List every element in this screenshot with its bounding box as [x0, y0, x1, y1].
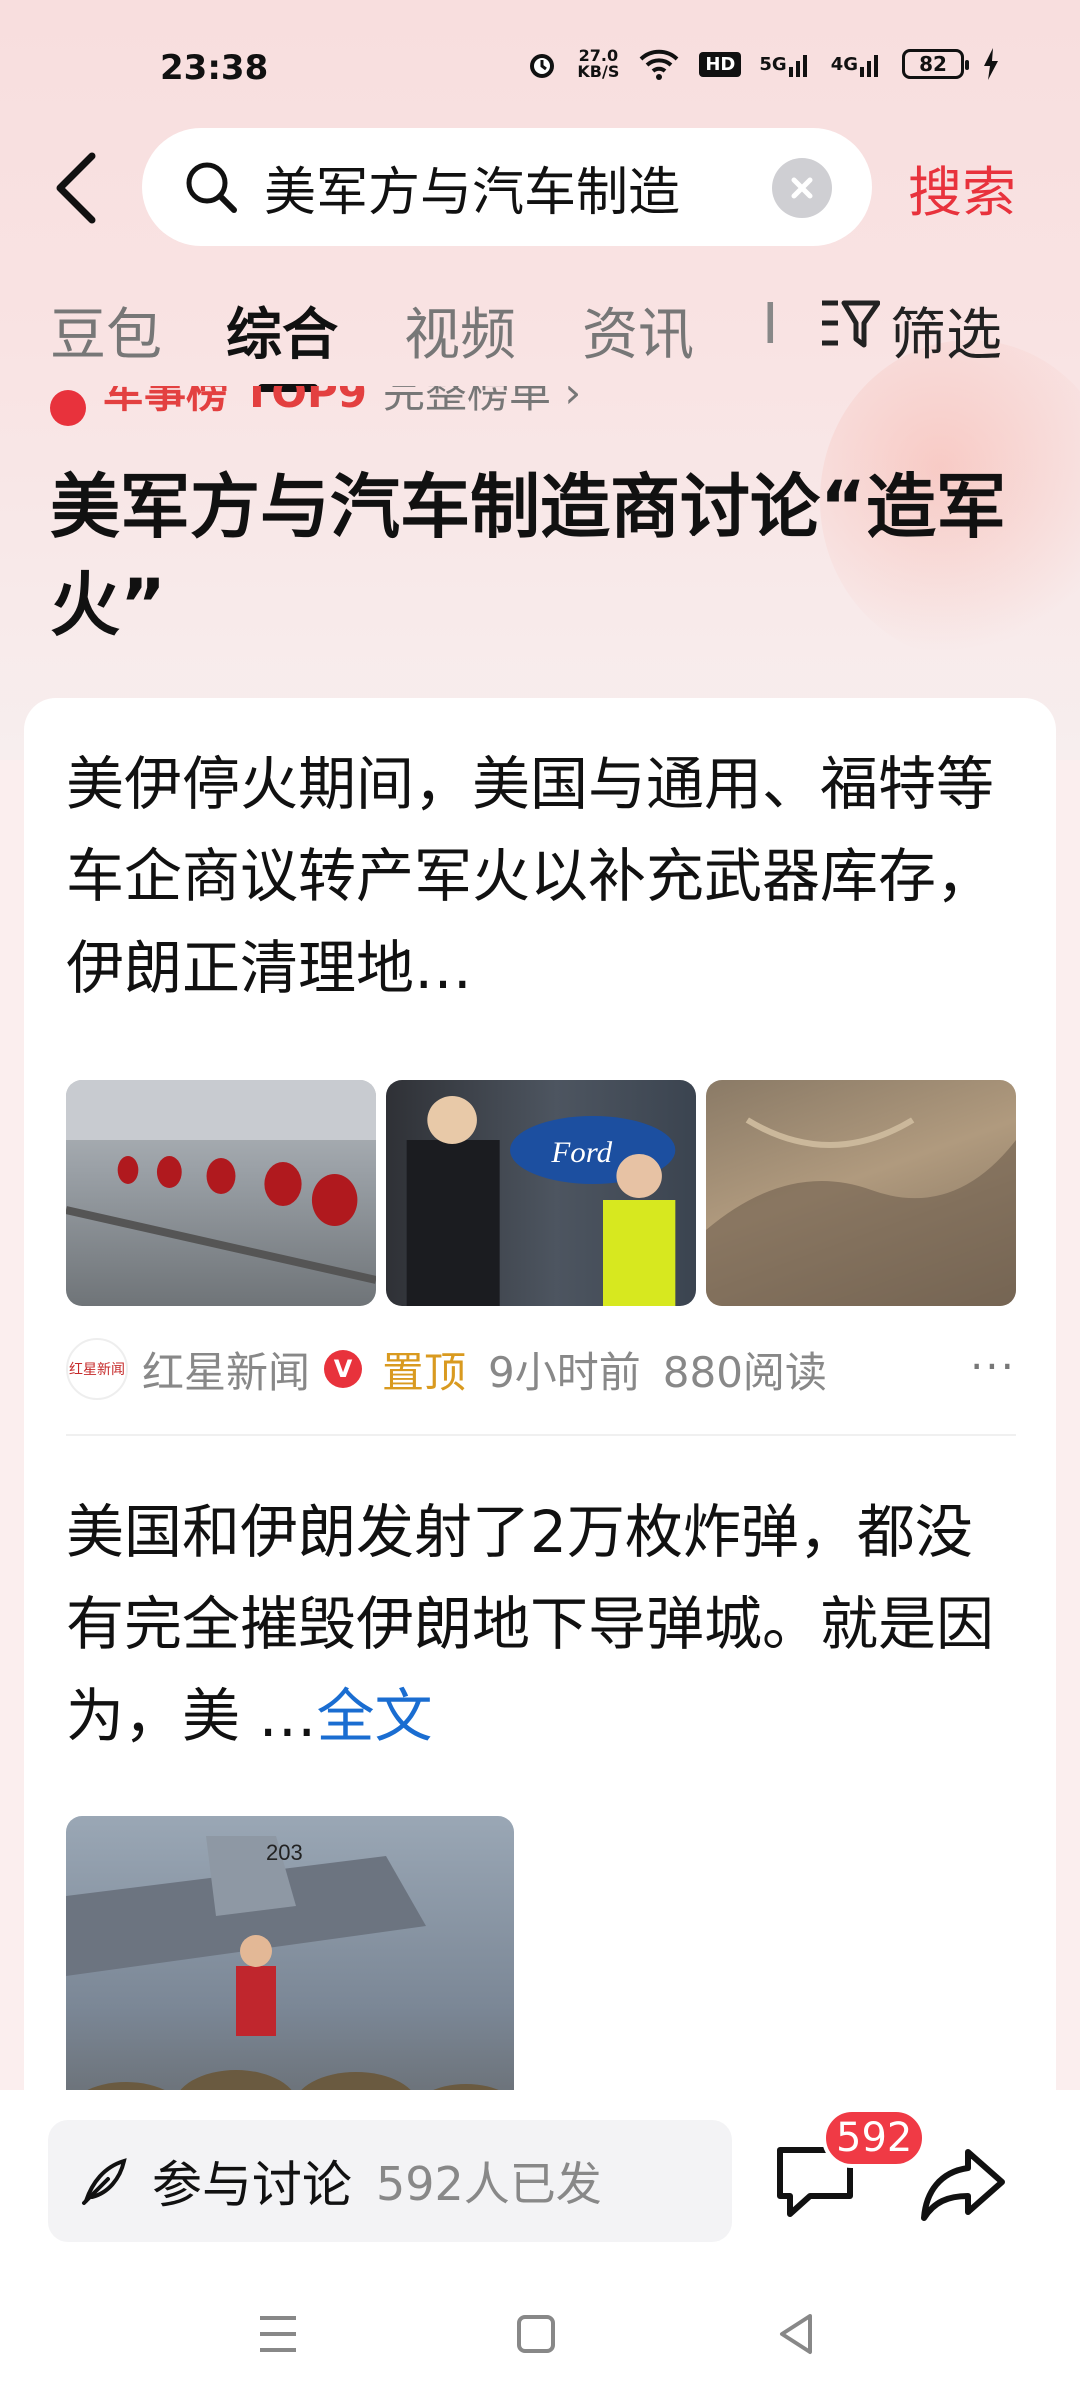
- source-name[interactable]: 红星新闻: [142, 1339, 310, 1400]
- post-2-text[interactable]: 美国和伊朗发射了2万枚炸弹，都没有完全摧毁伊朗地下导弹城。就是因为，美 …全文: [66, 1486, 1016, 1762]
- bottom-bar: 参与讨论 592人已发 592: [0, 2090, 1080, 2400]
- read-count: 880阅读: [662, 1347, 827, 1397]
- nav-back-icon[interactable]: [776, 2312, 816, 2372]
- tab-comprehensive[interactable]: 综合: [226, 290, 338, 371]
- signal-5g-icon: 5G: [759, 51, 812, 77]
- tab-bar: 豆包 综合 视频 资讯: [50, 290, 750, 380]
- more-options-icon[interactable]: ···: [970, 1342, 1016, 1391]
- post-time: 9小时前: [488, 1347, 641, 1397]
- signal-5g-label: 5G: [759, 53, 787, 75]
- post-1-image-1[interactable]: [66, 1080, 376, 1306]
- verified-badge: V: [324, 1350, 363, 1388]
- nav-home-icon[interactable]: [516, 2312, 556, 2372]
- battery-indicator: 82: [902, 49, 969, 79]
- nav-menu-icon[interactable]: [258, 2312, 298, 2372]
- post-1-meta: 红星新闻 红星新闻 V 置顶 9小时前 880阅读 ···: [66, 1334, 1016, 1404]
- full-rank-link[interactable]: 完整榜单 ›: [383, 386, 581, 414]
- clear-search-button[interactable]: [772, 158, 832, 218]
- filter-icon: [820, 297, 881, 365]
- pen-icon: [78, 2153, 134, 2209]
- filter-button[interactable]: 筛选: [820, 290, 1002, 371]
- charging-icon: [982, 48, 1000, 80]
- hd-icon: HD: [699, 51, 742, 77]
- tab-doubao[interactable]: 豆包: [50, 290, 162, 371]
- status-time: 23:38: [160, 48, 269, 88]
- filter-label: 筛选: [890, 303, 1002, 368]
- full-text-link[interactable]: 全文: [316, 1682, 432, 1750]
- net-speed: 27.0 KB/S: [577, 48, 619, 80]
- net-speed-unit: KB/S: [577, 62, 620, 81]
- discussion-label: 参与讨论: [152, 2156, 352, 2214]
- comment-count-badge: 592: [822, 2108, 927, 2168]
- hot-icon: [50, 390, 86, 426]
- page-title: 美军方与汽车制造商讨论“造军火”: [50, 466, 1007, 646]
- status-icons: 27.0 KB/S HD 5G 4G 82: [525, 42, 1000, 86]
- signal-4g-label: 4G: [830, 53, 858, 75]
- tab-partial[interactable]: I: [762, 292, 779, 357]
- hot-rank-label: 军事榜 TOP9: [102, 386, 367, 417]
- search-box[interactable]: [142, 128, 872, 246]
- post-1-text[interactable]: 美伊停火期间，美国与通用、福特等车企商议转产军火以补充武器库存，伊朗正清理地…: [66, 738, 1016, 1014]
- signal-4g-icon: 4G: [831, 51, 884, 77]
- source-logo[interactable]: 红星新闻: [66, 1338, 128, 1400]
- alarm-icon: [525, 47, 559, 81]
- join-discussion-button[interactable]: 参与讨论 592人已发: [48, 2120, 732, 2242]
- hot-rank-line[interactable]: 军事榜 TOP9 完整榜单 ›: [50, 386, 581, 430]
- search-icon: [182, 158, 240, 216]
- discussion-count: 592人已发: [376, 2157, 602, 2211]
- svg-text:Ford: Ford: [550, 1135, 613, 1168]
- search-button[interactable]: 搜索: [908, 148, 1016, 227]
- divider: [66, 1434, 1016, 1436]
- wifi-icon: [637, 47, 681, 81]
- search-input[interactable]: [264, 150, 754, 224]
- post-1-image-2[interactable]: Ford: [386, 1080, 696, 1306]
- tab-video[interactable]: 视频: [404, 290, 516, 371]
- share-icon[interactable]: [918, 2142, 1008, 2226]
- pinned-label: 置顶: [382, 1347, 467, 1397]
- svg-text:203: 203: [266, 1840, 303, 1865]
- tab-news[interactable]: 资讯: [582, 290, 694, 371]
- post-1-images[interactable]: Ford: [66, 1080, 1016, 1306]
- results-card: 美伊停火期间，美国与通用、福特等车企商议转产军火以补充武器库存，伊朗正清理地… …: [24, 698, 1056, 2198]
- post-1-image-3[interactable]: [706, 1080, 1016, 1306]
- post-2-body: 美国和伊朗发射了2万枚炸弹，都没有完全摧毁伊朗地下导弹城。就是因为，美 …: [66, 1498, 995, 1750]
- status-bar: 23:38 27.0 KB/S HD 5G 4G 82: [0, 0, 1080, 130]
- back-button[interactable]: [48, 148, 108, 228]
